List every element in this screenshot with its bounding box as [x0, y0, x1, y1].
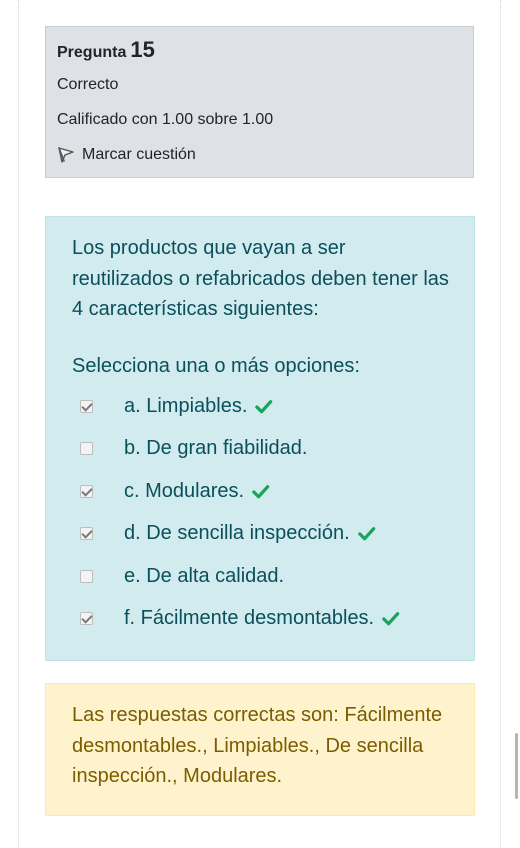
answer-checkbox[interactable] [80, 569, 93, 583]
answer-option[interactable]: f. Fácilmente desmontables. [80, 604, 400, 634]
feedback-text: Las respuestas correctas son: Fácilmente… [72, 704, 443, 787]
page-guide-left [18, 0, 19, 848]
correct-answer-feedback: Las respuestas correctas son: Fácilmente… [45, 683, 475, 816]
question-grade: Calificado con 1.00 sobre 1.00 [57, 111, 274, 128]
answer-option-label: f. Fácilmente desmontables. [124, 607, 400, 630]
question-state: Correcto [57, 76, 119, 93]
answer-checkbox[interactable] [80, 527, 93, 540]
answer-checkbox[interactable] [80, 612, 93, 625]
answer-option-label: a. Limpiables. [124, 395, 273, 418]
question-label: Pregunta [57, 44, 127, 61]
answer-option[interactable]: d. De sencilla inspección. [80, 519, 375, 549]
question-number: Pregunta 15 [57, 37, 155, 63]
question-info-panel: Pregunta 15 Correcto Calificado con 1.00 … [45, 26, 474, 178]
flag-question-button[interactable]: Marcar cuestión [57, 146, 196, 164]
scrollbar[interactable] [515, 733, 518, 799]
answer-option-label: c. Modulares. [124, 480, 270, 503]
answer-option-text: c. Modulares. [124, 479, 245, 502]
answer-option-text: f. Fácilmente desmontables. [124, 607, 375, 629]
page-guide-right [500, 0, 501, 848]
answer-option[interactable]: e. De alta calidad. [80, 561, 284, 591]
answer-option-label: d. De sencilla inspección. [124, 522, 376, 545]
check-icon [382, 612, 400, 626]
answer-option-text: b. De gran fiabilidad. [124, 437, 308, 459]
answer-option[interactable]: a. Limpiables. [80, 391, 273, 421]
answer-option[interactable]: c. Modulares. [80, 476, 270, 506]
answer-option-label: e. De alta calidad. [124, 565, 284, 588]
answer-option[interactable]: b. De gran fiabilidad. [80, 434, 307, 464]
answer-checkbox[interactable] [80, 484, 93, 498]
answer-option-text: e. De alta calidad. [124, 564, 285, 587]
answer-option-label: b. De gran fiabilidad. [124, 437, 307, 460]
question-number-value: 15 [130, 37, 155, 62]
answer-option-text: a. Limpiables. [124, 394, 248, 417]
check-icon [252, 484, 270, 498]
flag-icon [58, 147, 74, 163]
answer-prompt: Selecciona una o más opciones: [72, 355, 360, 377]
flag-label: Marcar cuestión [82, 146, 196, 163]
check-icon [357, 527, 375, 541]
question-text: Los productos que vayan a ser reutilizad… [72, 237, 449, 320]
answer-checkbox[interactable] [80, 399, 93, 413]
answer-checkbox[interactable] [80, 442, 93, 455]
check-icon [255, 399, 273, 413]
question-content-panel: Los productos que vayan a ser reutilizad… [45, 216, 475, 661]
answer-option-text: d. De sencilla inspección. [124, 522, 350, 544]
